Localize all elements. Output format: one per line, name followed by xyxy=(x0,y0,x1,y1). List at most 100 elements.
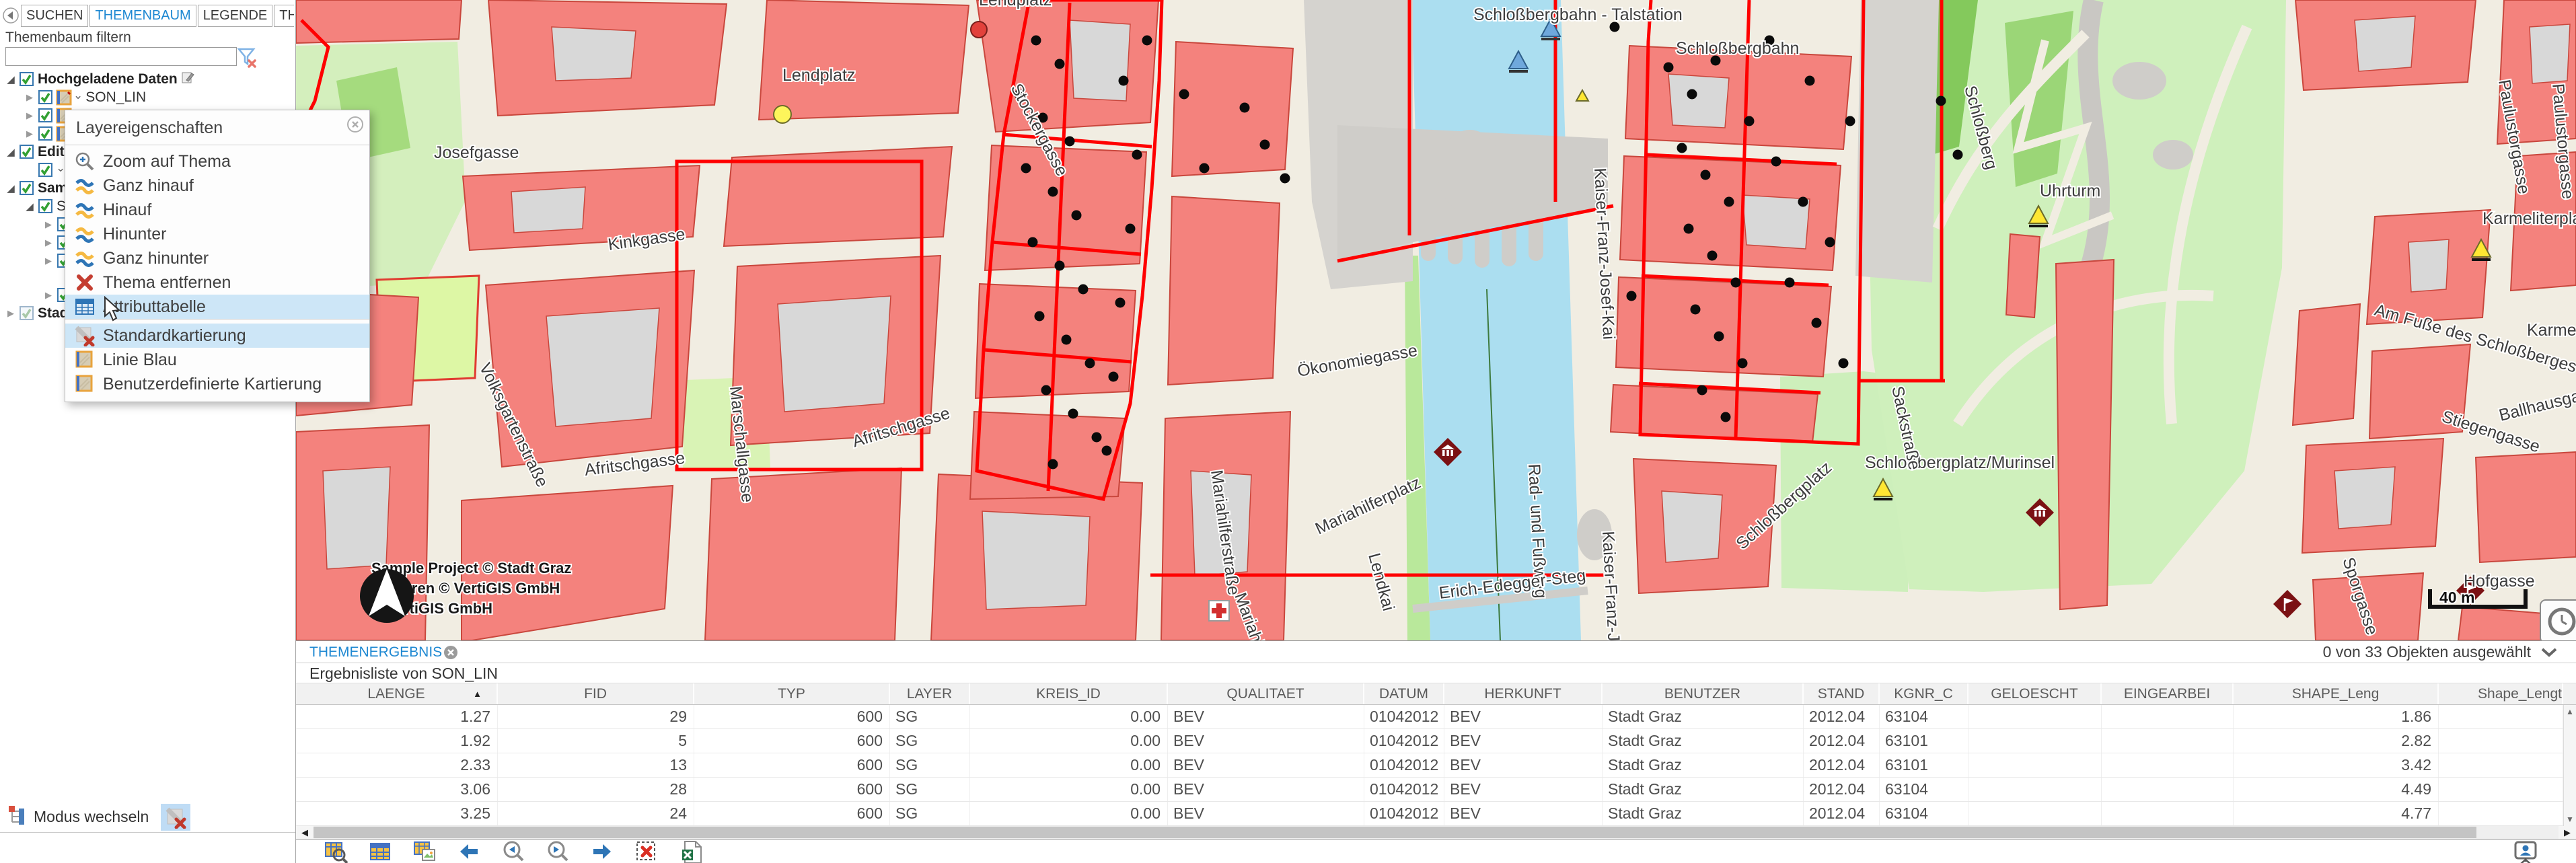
checkbox[interactable] xyxy=(19,180,34,196)
zoom-to-next-button[interactable] xyxy=(546,841,571,863)
scroll-up-icon[interactable]: ▲ xyxy=(2564,705,2576,718)
mapping-off-icon xyxy=(73,325,96,346)
expander-icon[interactable]: ▶ xyxy=(42,237,55,248)
column-header-shape-leng[interactable]: SHAPE_Leng xyxy=(2234,683,2439,704)
scale-label: 40 m xyxy=(2439,589,2474,606)
result-map-button[interactable] xyxy=(413,841,437,863)
checkbox[interactable] xyxy=(19,71,34,87)
next-record-button[interactable] xyxy=(591,841,615,863)
mapping-off-toggle[interactable] xyxy=(161,804,190,831)
chevron-down-icon[interactable] xyxy=(2540,646,2559,662)
checkbox[interactable] xyxy=(38,126,53,141)
column-header-stand[interactable]: STAND xyxy=(1804,683,1880,704)
checkbox[interactable] xyxy=(38,198,53,214)
layer-chevron-icon[interactable]: ⌄ xyxy=(73,89,83,102)
table-row[interactable]: 1.2729600SG0.00BEV01042012BEVStadt Graz2… xyxy=(296,705,2576,729)
cell-kgnr-c: 63101 xyxy=(1880,729,1968,753)
menu-item-label: Thema entfernen xyxy=(103,273,231,293)
checkbox[interactable] xyxy=(19,144,34,159)
son-lin-point xyxy=(1240,103,1250,113)
menu-item-linie-blau[interactable]: Linie Blau xyxy=(65,348,369,372)
menu-item-hinunter[interactable]: Hinunter xyxy=(65,222,369,246)
tab-them[interactable]: THEM xyxy=(274,5,294,27)
tree-item-hochgeladene-daten[interactable]: ◢Hochgeladene Daten xyxy=(0,70,295,88)
checkbox[interactable] xyxy=(38,108,53,123)
column-header-kreis-id[interactable]: KREIS_ID xyxy=(970,683,1168,704)
son-lin-point xyxy=(1744,116,1755,126)
export-excel-button[interactable] xyxy=(679,841,704,863)
cell-benutzer: Stadt Graz xyxy=(1603,753,1804,777)
menu-item-ganz-hinauf[interactable]: Ganz hinauf xyxy=(65,174,369,198)
tab-suchen[interactable]: SUCHEN xyxy=(21,5,88,27)
table-row[interactable]: 2.3313600SG0.00BEV01042012BEVStadt Graz2… xyxy=(296,753,2576,778)
expander-icon[interactable]: ▶ xyxy=(4,308,17,319)
scroll-left-icon[interactable]: ◀ xyxy=(296,826,314,839)
checkbox[interactable] xyxy=(19,305,34,321)
menu-item-thema-entfernen[interactable]: Thema entfernen xyxy=(65,270,369,295)
clear-selection-button[interactable] xyxy=(635,841,659,863)
column-header-shape-lengt[interactable]: Shape_Lengt xyxy=(2439,683,2563,704)
open-result-table-button[interactable] xyxy=(324,841,348,863)
menu-item-zoom-auf-thema[interactable]: Zoom auf Thema xyxy=(65,149,369,174)
scrollbar-thumb[interactable] xyxy=(314,827,2476,838)
table-row[interactable]: 3.0628600SG0.00BEV01042012BEVStadt Graz2… xyxy=(296,778,2576,802)
column-header-herkunft[interactable]: HERKUNFT xyxy=(1444,683,1603,704)
column-header-geloescht[interactable]: GELOESCHT xyxy=(1968,683,2102,704)
column-label: EINGEARBEI xyxy=(2124,686,2210,702)
checkbox[interactable] xyxy=(38,89,53,105)
street-label: Karmeliterplatz xyxy=(2482,209,2576,228)
son-lin-point xyxy=(1092,433,1102,443)
expander-icon[interactable]: ◢ xyxy=(4,146,17,158)
menu-item-benutzerdefinierte-kartierung[interactable]: Benutzerdefinierte Kartierung xyxy=(65,372,369,396)
expander-icon[interactable]: ▶ xyxy=(23,110,36,121)
table-horizontal-scrollbar[interactable]: ◀ ▶ xyxy=(296,826,2576,839)
themenbaum-filter-input[interactable] xyxy=(5,47,237,66)
expander-icon[interactable]: ▶ xyxy=(42,256,55,266)
table-vertical-scrollbar[interactable]: ▲ ▼ xyxy=(2563,705,2576,826)
layers-up-icon xyxy=(73,199,96,221)
column-header-qualitaet[interactable]: QUALITAET xyxy=(1168,683,1364,704)
expander-icon[interactable]: ▶ xyxy=(23,92,36,103)
column-header-layer[interactable]: LAYER xyxy=(890,683,970,704)
previous-record-button[interactable] xyxy=(457,841,482,863)
column-header-benutzer[interactable]: BENUTZER xyxy=(1603,683,1804,704)
tab-themenbaum[interactable]: THEMENBAUM xyxy=(89,5,196,27)
tree-item-son-lin[interactable]: ▶⌄SON_LIN xyxy=(0,88,295,106)
column-header-datum[interactable]: DATUM xyxy=(1364,683,1444,704)
clock-button[interactable] xyxy=(2540,600,2576,640)
expander-icon[interactable]: ▶ xyxy=(42,290,55,301)
column-header-laenge[interactable]: LAENGE▲ xyxy=(296,683,498,704)
expander-icon[interactable]: ◢ xyxy=(4,73,17,85)
menu-item-ganz-hinunter[interactable]: Ganz hinunter xyxy=(65,246,369,270)
expander-icon[interactable]: ▶ xyxy=(23,128,36,139)
column-header-fid[interactable]: FID xyxy=(498,683,694,704)
expander-icon[interactable]: ▶ xyxy=(42,219,55,230)
tree-mode-icon[interactable] xyxy=(7,804,28,829)
presentation-button[interactable] xyxy=(2513,841,2537,863)
results-close-icon[interactable] xyxy=(443,644,459,664)
column-header-kgnr-c[interactable]: KGNR_C xyxy=(1880,683,1968,704)
menu-item-hinauf[interactable]: Hinauf xyxy=(65,198,369,222)
column-header-typ[interactable]: TYP xyxy=(694,683,890,704)
scroll-down-icon[interactable]: ▼ xyxy=(2564,813,2576,826)
close-icon[interactable] xyxy=(346,116,364,137)
menu-item-standardkartierung[interactable]: Standardkartierung xyxy=(65,324,369,348)
zoom-to-previous-button[interactable] xyxy=(502,841,526,863)
mode-switch-label[interactable]: Modus wechseln xyxy=(34,808,149,826)
attribute-table-button[interactable] xyxy=(369,841,393,863)
tab-themenergebnis[interactable]: THEMENERGEBNIS xyxy=(309,644,442,661)
checkbox[interactable] xyxy=(38,162,53,178)
expander-icon[interactable]: ◢ xyxy=(23,200,36,213)
table-row[interactable]: 1.925600SG0.00BEV01042012BEVStadt Graz20… xyxy=(296,729,2576,753)
table-row[interactable]: 3.2524600SG0.00BEV01042012BEVStadt Graz2… xyxy=(296,802,2576,826)
filter-clear-icon[interactable] xyxy=(234,44,258,72)
edit-icon[interactable] xyxy=(181,71,194,88)
tabs-scroll-left-icon[interactable] xyxy=(2,7,20,24)
cell-datum: 01042012 xyxy=(1364,729,1444,753)
tab-legende[interactable]: LEGENDE xyxy=(198,5,273,27)
expander-icon[interactable]: ◢ xyxy=(4,182,17,194)
cell-qualitaet: BEV xyxy=(1168,753,1364,777)
column-header-eingearbei[interactable]: EINGEARBEI xyxy=(2102,683,2234,704)
map-canvas[interactable]: LendplatzLendplatzStockergasseSchloßberg… xyxy=(296,0,2576,640)
scroll-right-icon[interactable]: ▶ xyxy=(2559,826,2576,839)
